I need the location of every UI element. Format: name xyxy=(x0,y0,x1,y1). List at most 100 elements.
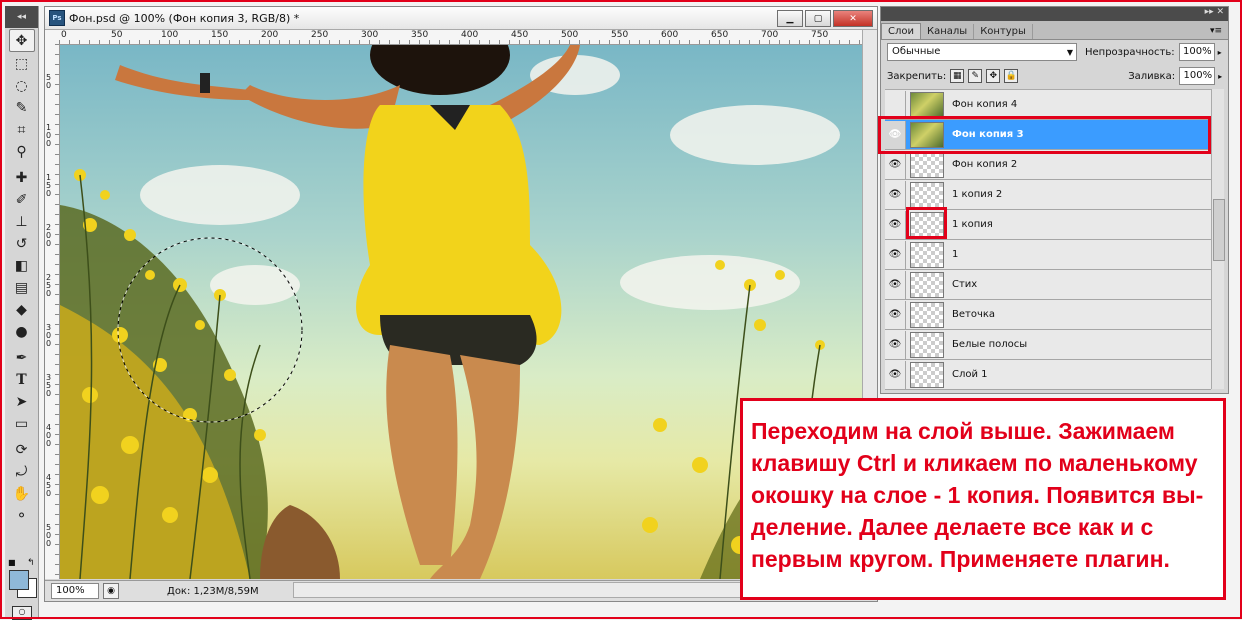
hand-tool-icon[interactable]: ✋ xyxy=(10,483,34,504)
quick-mask-icon[interactable]: ○ xyxy=(12,606,32,620)
opacity-arrow-icon[interactable]: ▸ xyxy=(1218,48,1222,57)
swap-colors-icon[interactable]: ↰ xyxy=(27,558,35,568)
eye-icon[interactable]: 👁 xyxy=(885,270,906,299)
panel-collapse-icon[interactable]: ▸▸ ✕ xyxy=(881,7,1228,21)
layer-row[interactable]: 👁 Слой 1 xyxy=(885,360,1211,390)
dodge-tool-icon[interactable]: ● xyxy=(10,321,34,342)
blend-mode-select[interactable]: Обычные ▼ xyxy=(887,43,1077,61)
layer-thumbnail[interactable] xyxy=(910,211,944,238)
tab-layers[interactable]: Слои xyxy=(881,23,921,39)
marquee-tool-icon[interactable]: ⬚ xyxy=(10,53,34,74)
ruler-origin[interactable] xyxy=(45,30,60,45)
tab-channels[interactable]: Каналы xyxy=(921,24,975,39)
brush-tool-icon[interactable]: ✐ xyxy=(10,189,34,210)
ruler-top-label: 100 xyxy=(161,30,179,40)
panel-tabs: Слои Каналы Контуры ▾≡ xyxy=(881,21,1228,40)
maximize-button[interactable]: ▢ xyxy=(805,10,831,27)
eye-icon[interactable]: 👁 xyxy=(885,360,906,389)
zoom-field[interactable]: 100% xyxy=(51,583,99,599)
opacity-field[interactable]: 100% xyxy=(1178,43,1215,61)
layer-row[interactable]: 👁 1 xyxy=(885,240,1211,270)
layer-row[interactable]: 👁 Веточка xyxy=(885,300,1211,330)
layers-scrollbar[interactable] xyxy=(1211,89,1225,389)
annotation-callout: Переходим на слой выше. Зажимаем клавишу… xyxy=(740,398,1226,600)
status-info-icon[interactable]: ◉ xyxy=(103,583,119,599)
eye-icon[interactable]: 👁 xyxy=(885,210,906,239)
lock-position-icon[interactable]: ✥ xyxy=(986,69,1001,83)
ruler-top-label: 150 xyxy=(211,30,229,40)
lock-transparency-icon[interactable]: ▦ xyxy=(950,69,965,83)
layer-row[interactable]: 👁 Белые полосы xyxy=(885,330,1211,360)
panel-menu-icon[interactable]: ▾≡ xyxy=(1210,26,1222,39)
quick-select-tool-icon[interactable]: ✎ xyxy=(10,97,34,118)
crop-tool-icon[interactable]: ⌗ xyxy=(10,119,34,140)
eye-icon[interactable]: 👁 xyxy=(885,150,906,179)
ruler-top-label: 400 xyxy=(461,30,479,40)
tools-collapse-icon[interactable]: ◂◂ xyxy=(5,6,38,28)
ruler-left-label: 1 5 0 xyxy=(46,173,52,198)
foreground-color-swatch[interactable] xyxy=(9,570,29,590)
layer-thumbnail[interactable] xyxy=(910,361,944,388)
eraser-tool-icon[interactable]: ◧ xyxy=(10,255,34,276)
ruler-horizontal[interactable]: 0 50 100 150 200 250 300 350 400 450 500 550 600 650 7… xyxy=(59,30,863,45)
eye-icon[interactable]: 👁 xyxy=(885,330,906,359)
eye-hidden-icon[interactable] xyxy=(885,90,906,119)
default-colors-icon[interactable]: ■ xyxy=(8,558,16,567)
eye-icon[interactable]: 👁 xyxy=(885,120,906,149)
tab-paths[interactable]: Контуры xyxy=(974,24,1033,39)
layer-thumbnail[interactable] xyxy=(910,301,944,328)
ruler-top-label: 250 xyxy=(311,30,329,40)
shape-tool-icon[interactable]: ▭ xyxy=(10,413,34,434)
layer-row[interactable]: 👁 Фон копия 3 xyxy=(885,120,1211,150)
eye-icon[interactable]: 👁 xyxy=(885,300,906,329)
layer-thumbnail[interactable] xyxy=(910,241,944,268)
layer-thumbnail[interactable] xyxy=(910,181,944,208)
healing-brush-tool-icon[interactable]: ✚ xyxy=(10,167,34,188)
layer-row[interactable]: Фон копия 4 xyxy=(885,90,1211,120)
3d-rotate-tool-icon[interactable]: ⟳ xyxy=(10,439,34,460)
type-tool-icon[interactable]: T xyxy=(10,369,34,390)
history-brush-tool-icon[interactable]: ↺ xyxy=(10,233,34,254)
layer-thumbnail[interactable] xyxy=(910,91,944,118)
layer-row[interactable]: 👁 1 копия 2 xyxy=(885,180,1211,210)
fill-arrow-icon[interactable]: ▸ xyxy=(1218,72,1222,81)
opacity-label: Непрозрачность: xyxy=(1085,46,1175,58)
document-title-bar[interactable]: Ps Фон.psd @ 100% (Фон копия 3, RGB/8) *… xyxy=(45,7,877,30)
pen-tool-icon[interactable]: ✒ xyxy=(10,347,34,368)
move-tool-icon[interactable]: ✥ xyxy=(8,29,35,52)
layer-thumbnail[interactable] xyxy=(910,151,944,178)
path-select-tool-icon[interactable]: ➤ xyxy=(10,391,34,412)
layer-name: Стих xyxy=(952,279,978,290)
eye-icon[interactable]: 👁 xyxy=(885,180,906,209)
ruler-vertical[interactable]: 5 0 1 0 0 1 5 0 2 0 0 2 5 0 3 0 0 3 5 0 4 0 0 4 … xyxy=(45,44,60,579)
eyedropper-tool-icon[interactable]: ⚲ xyxy=(10,141,34,162)
3d-orbit-tool-icon[interactable]: ⤾ xyxy=(10,461,34,482)
layer-thumbnail[interactable] xyxy=(910,331,944,358)
ruler-left-label: 4 5 0 xyxy=(46,473,52,498)
annotation-text: Переходим на слой выше. Зажимаем клавишу… xyxy=(751,418,1204,572)
lock-all-icon[interactable]: 🔒 xyxy=(1004,69,1019,83)
zoom-tool-icon[interactable]: ⚬ xyxy=(10,505,34,526)
eye-icon[interactable]: 👁 xyxy=(885,240,906,269)
layers-scroll-thumb[interactable] xyxy=(1213,199,1225,261)
lock-pixels-icon[interactable]: ✎ xyxy=(968,69,983,83)
photoshop-logo-icon: Ps xyxy=(49,10,65,26)
gradient-tool-icon[interactable]: ▤ xyxy=(10,277,34,298)
layer-row[interactable]: 👁 Стих xyxy=(885,270,1211,300)
ruler-left-label: 1 0 0 xyxy=(46,123,52,148)
ruler-top-label: 600 xyxy=(661,30,679,40)
ruler-top-label: 650 xyxy=(711,30,729,40)
ruler-top-label: 200 xyxy=(261,30,279,40)
layer-thumbnail[interactable] xyxy=(910,271,944,298)
layer-thumbnail[interactable] xyxy=(910,121,944,148)
ruler-left-label: 3 0 0 xyxy=(46,323,52,348)
layer-row[interactable]: 👁 Фон копия 2 xyxy=(885,150,1211,180)
ruler-left-label: 4 0 0 xyxy=(46,423,52,448)
blur-tool-icon[interactable]: ◆ xyxy=(10,299,34,320)
minimize-button[interactable]: ▁ xyxy=(777,10,803,27)
layer-row[interactable]: 👁 1 копия xyxy=(885,210,1211,240)
close-button[interactable]: ✕ xyxy=(833,10,873,27)
fill-field[interactable]: 100% xyxy=(1179,67,1216,85)
clone-stamp-tool-icon[interactable]: ⊥ xyxy=(10,211,34,232)
lasso-tool-icon[interactable]: ◌ xyxy=(10,75,34,96)
